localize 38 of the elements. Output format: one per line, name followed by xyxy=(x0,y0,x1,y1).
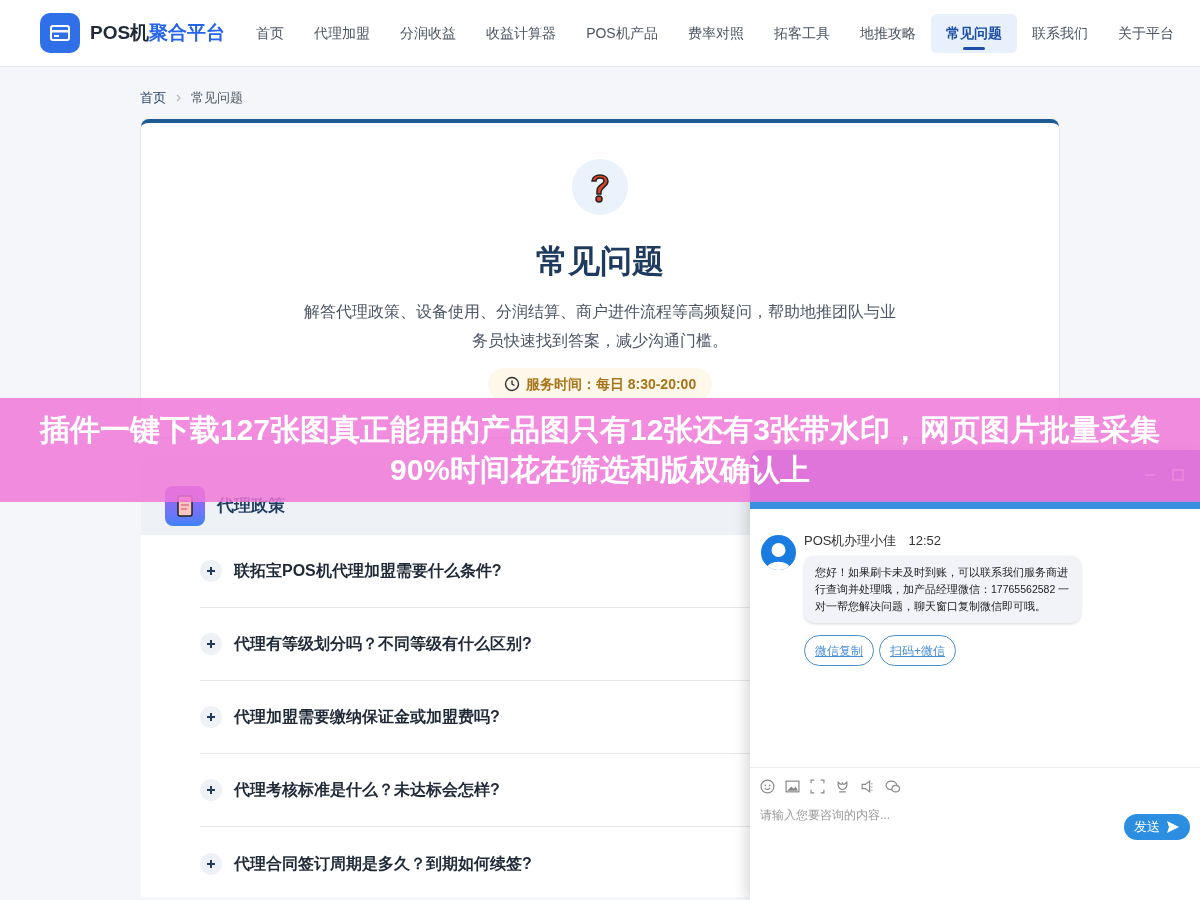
logo-icon xyxy=(40,13,80,53)
nav-link[interactable]: 代理加盟 xyxy=(299,13,386,53)
logo-text: POS机聚合平台 xyxy=(90,20,226,45)
emoji-icon[interactable] xyxy=(760,778,775,794)
nav-link[interactable]: POS机产品 xyxy=(571,13,673,53)
chat-bubbles-icon[interactable] xyxy=(885,778,900,794)
plus-icon xyxy=(200,633,222,655)
nav-link[interactable]: 拓客工具 xyxy=(758,13,845,53)
plus-icon xyxy=(200,560,222,582)
screenshot-icon[interactable] xyxy=(810,778,825,794)
send-icon xyxy=(1166,820,1180,834)
banner-headline: 插件一键下载127张图真正能用的产品图只有12张还有3张带水印，网页图片批量采集90%时间花在筛选和版权确认上 xyxy=(38,412,1162,488)
plus-icon xyxy=(200,852,222,875)
chevron-icon xyxy=(176,94,181,102)
nav-link[interactable]: 关于平台 xyxy=(1102,13,1189,53)
nav-link[interactable]: 收益计算器 xyxy=(471,13,572,53)
message-time: 12:52 xyxy=(908,533,941,549)
service-hours-badge: 服务时间：每日 8:30-20:00 xyxy=(487,368,713,400)
speaker-icon[interactable] xyxy=(860,778,875,794)
plus-icon xyxy=(200,779,222,801)
chat-bubble: 您好！如果刷卡未及时到账，可以联系我们服务商进行查询并处理哦，加产品经理微信：17765562582 一对一帮您解决问题，聊天窗口复制微信即可哦。 xyxy=(804,556,1081,623)
nav-link[interactable]: 分润收益 xyxy=(385,13,472,53)
breadcrumb-current: 常见问题 xyxy=(191,89,243,108)
nav-link[interactable]: 联系我们 xyxy=(1016,13,1103,53)
nav-link[interactable]: 首页 xyxy=(241,13,300,53)
agent-avatar xyxy=(761,535,796,570)
question-mark-icon xyxy=(572,159,628,215)
section-title: 代理政策 xyxy=(217,495,285,518)
clock-icon xyxy=(503,376,520,392)
agent-name: POS机办理小佳 xyxy=(804,533,897,549)
plus-icon xyxy=(200,706,222,728)
image-icon[interactable] xyxy=(785,778,800,794)
nav-link[interactable]: 常见问题 xyxy=(930,13,1017,53)
nav-link[interactable]: 地推攻略 xyxy=(844,13,931,53)
page-title: 常见问题 xyxy=(536,242,664,281)
nav-link[interactable]: 费率对照 xyxy=(672,13,759,53)
page-description: 解答代理政策、设备使用、分润结算、商户进件流程等高频疑问，帮助地推团队与业务员快速找到答案，减少沟通门槛。 xyxy=(303,302,897,351)
breadcrumb-link[interactable]: 首页 xyxy=(140,88,166,108)
